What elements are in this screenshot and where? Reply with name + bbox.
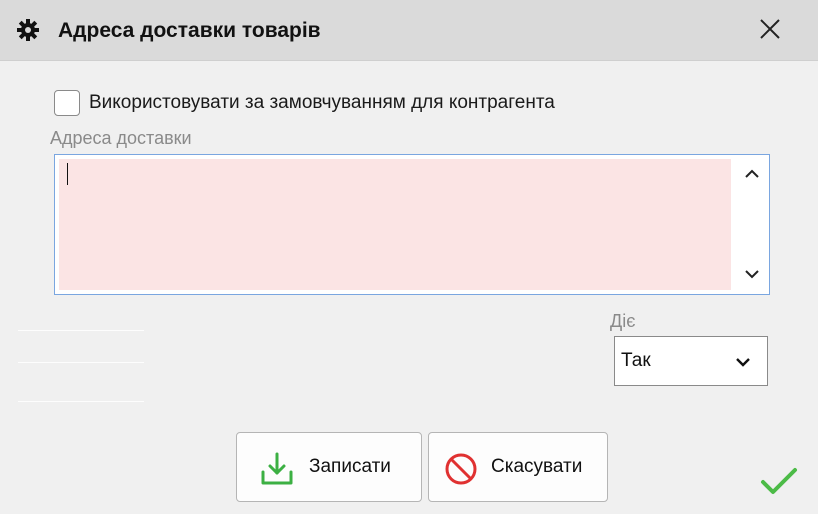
window-title: Адреса доставки товарів	[58, 19, 321, 42]
checkmark-icon[interactable]	[760, 467, 798, 497]
close-button[interactable]	[752, 11, 788, 47]
status-label: Діє	[610, 311, 636, 331]
divider-line	[18, 401, 144, 402]
save-button-label: Записати	[309, 456, 391, 477]
address-field-frame	[54, 154, 770, 295]
chevron-up-icon[interactable]	[743, 165, 761, 183]
default-checkbox-label[interactable]: Використовувати за замовчуванням для кон…	[89, 92, 555, 114]
cancel-button-label: Скасувати	[491, 456, 583, 477]
cancel-button[interactable]: Скасувати	[428, 432, 608, 502]
divider-line	[18, 330, 144, 331]
save-button[interactable]: Записати	[236, 432, 422, 502]
chevron-down-icon	[736, 358, 750, 367]
default-checkbox[interactable]	[54, 90, 80, 116]
gear-icon	[17, 19, 39, 41]
address-label: Адреса доставки	[50, 128, 192, 148]
title-bar: Адреса доставки товарів	[0, 0, 818, 61]
address-scrollbar[interactable]	[735, 155, 769, 294]
download-tray-icon	[261, 452, 293, 485]
address-textarea[interactable]	[59, 159, 731, 290]
default-checkbox-row: Використовувати за замовчуванням для кон…	[54, 89, 555, 117]
divider-line	[18, 362, 144, 363]
status-select-value: Так	[621, 350, 651, 371]
status-select[interactable]: Так	[614, 336, 768, 386]
dialog-window: Адреса доставки товарів Використовувати …	[0, 0, 818, 514]
no-entry-icon	[445, 453, 477, 485]
chevron-down-icon[interactable]	[743, 265, 761, 283]
text-caret	[67, 163, 68, 185]
close-icon	[760, 19, 780, 39]
